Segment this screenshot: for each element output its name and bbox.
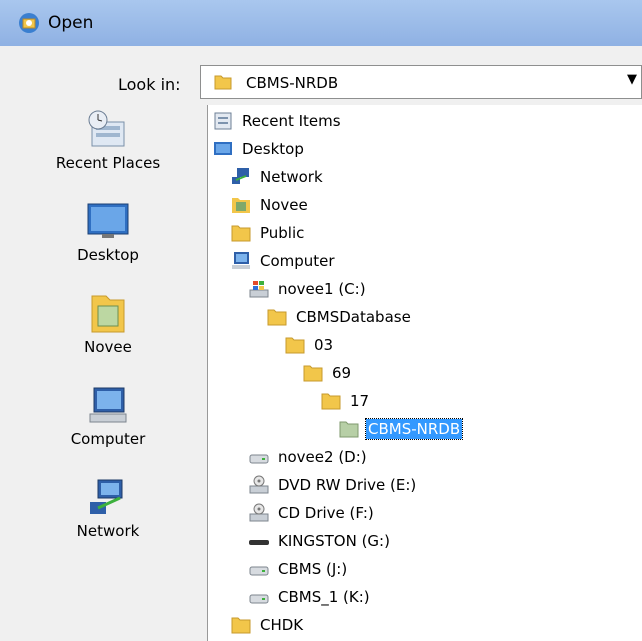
open-dialog-icon <box>19 13 39 33</box>
chevron-down-icon[interactable]: ▼ <box>627 72 642 92</box>
place-label: Recent Places <box>55 154 161 172</box>
hard-drive-icon <box>249 566 269 576</box>
folder-icon <box>285 337 305 354</box>
windows-drive-icon <box>249 281 269 298</box>
desktop-icon <box>214 142 232 155</box>
place-computer[interactable]: Computer <box>38 384 178 448</box>
recent-items-icon <box>214 112 232 130</box>
folder-open-icon <box>339 421 359 438</box>
look-in-value: CBMS-NRDB <box>246 74 339 92</box>
dvd-drive-icon <box>249 475 269 494</box>
network-icon <box>232 168 249 184</box>
cd-drive-icon <box>249 503 269 522</box>
folder-icon <box>267 309 287 326</box>
look-in-dropdown-list: Recent Items Desktop Network Novee Publi… <box>207 105 642 641</box>
recent-places-icon <box>88 110 125 147</box>
place-label: Novee <box>84 338 132 356</box>
folder-icon <box>214 75 232 90</box>
window-title: Open <box>48 13 94 33</box>
desktop-icon <box>87 203 129 238</box>
title-bar[interactable]: Open <box>0 0 642 46</box>
place-novee[interactable]: Novee <box>38 292 178 356</box>
place-network[interactable]: Network <box>38 476 178 540</box>
open-dialog: Open Look in: CBMS-NRDB ▼ Recent Places <box>0 0 642 641</box>
hard-drive-icon <box>249 454 269 464</box>
computer-icon <box>89 387 127 423</box>
place-label: Network <box>76 522 140 540</box>
user-folder-icon <box>91 295 125 333</box>
folder-icon <box>303 365 323 382</box>
computer-icon <box>232 252 250 269</box>
places-bar: Recent Places Desktop Novee Computer Net… <box>8 108 198 641</box>
place-label: Desktop <box>77 246 139 264</box>
look-in-combobox[interactable]: CBMS-NRDB ▼ <box>200 65 642 99</box>
folder-icon <box>231 225 251 242</box>
folder-icon <box>231 617 251 634</box>
hard-drive-icon <box>249 594 269 604</box>
place-desktop[interactable]: Desktop <box>38 200 178 264</box>
dialog-body: Look in: CBMS-NRDB ▼ Recent Places Deskt… <box>8 46 642 641</box>
network-icon <box>90 479 123 514</box>
look-in-label: Look in: <box>118 75 181 94</box>
folder-icon <box>321 393 341 410</box>
place-label: Computer <box>70 430 146 448</box>
place-recent-places[interactable]: Recent Places <box>38 108 178 172</box>
user-folder-icon <box>232 198 250 213</box>
usb-drive-icon <box>249 540 269 545</box>
